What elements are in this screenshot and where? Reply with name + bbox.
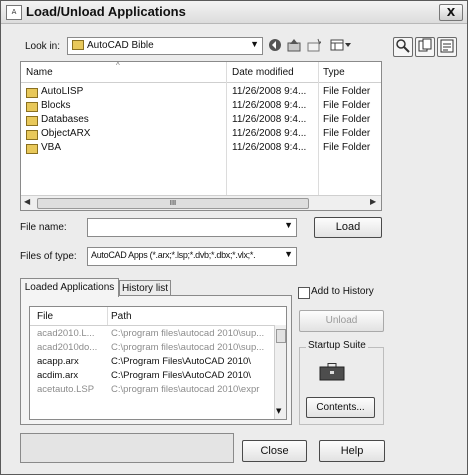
path-cell: C:\program files\autocad 2010\expr (111, 384, 260, 395)
title-bar: A Load/Unload Applications X (1, 1, 467, 24)
folder-icon (26, 130, 38, 140)
folder-icon (26, 116, 38, 126)
autocad-app-icon: A (6, 5, 22, 20)
type-cell: File Folder (323, 128, 371, 139)
window-title: Load/Unload Applications (26, 4, 186, 19)
table-row[interactable]: acapp.arx C:\Program Files\AutoCAD 2010\ (30, 356, 274, 370)
scroll-right-icon[interactable]: ▶ (370, 197, 376, 206)
chevron-down-icon[interactable]: ▼ (284, 220, 293, 230)
copy-icon[interactable] (415, 37, 435, 57)
column-type[interactable]: Type (323, 67, 345, 78)
path-cell: C:\Program Files\AutoCAD 2010\ (111, 356, 251, 367)
file-cell: acdim.arx (37, 370, 79, 381)
table-row[interactable]: acad2010.L... C:\program files\autocad 2… (30, 328, 274, 342)
help-button[interactable]: Help (319, 440, 385, 462)
loaded-list-header: File Path (30, 307, 286, 326)
add-to-history-checkbox[interactable] (298, 287, 310, 299)
chevron-down-icon: ▼ (250, 39, 259, 49)
close-button[interactable]: Close (242, 440, 307, 462)
tab-loaded-applications[interactable]: Loaded Applications (20, 278, 119, 297)
files-of-type-select[interactable]: AutoCAD Apps (*.arx;*.lsp;*.dvb;*.dbx;*.… (87, 247, 297, 266)
list-item[interactable]: Blocks 11/26/2008 9:4... File Folder (21, 100, 381, 114)
column-file[interactable]: File (37, 311, 53, 322)
folder-icon (72, 40, 84, 50)
type-cell: File Folder (323, 100, 371, 111)
load-button[interactable]: Load (314, 217, 382, 238)
files-of-type-label: Files of type: (20, 251, 77, 262)
chevron-down-icon: ▼ (282, 249, 293, 259)
type-cell: File Folder (323, 142, 371, 153)
scroll-thumb[interactable] (276, 329, 286, 343)
column-path[interactable]: Path (111, 311, 132, 322)
path-cell: C:\program files\autocad 2010\sup... (111, 328, 265, 339)
list-item[interactable]: AutoLISP 11/26/2008 9:4... File Folder (21, 86, 381, 100)
briefcase-icon (319, 363, 345, 381)
file-name-cell: AutoLISP (41, 86, 84, 97)
tab-history-list[interactable]: History list (119, 280, 171, 296)
contents-button[interactable]: Contents... (306, 397, 375, 418)
file-cell: acad2010do... (37, 342, 98, 353)
file-cell: acetauto.LSP (37, 384, 95, 395)
file-list[interactable]: Name ^ Date modified Type AutoLISP 11/26… (20, 61, 382, 211)
new-folder-icon[interactable] (306, 38, 323, 54)
path-cell: C:\program files\autocad 2010\sup... (111, 342, 265, 353)
look-in-value: AutoCAD Bible (87, 40, 154, 51)
up-folder-icon[interactable] (286, 38, 302, 54)
file-name-cell: ObjectARX (41, 128, 91, 139)
list-item[interactable]: VBA 11/26/2008 9:4... File Folder (21, 142, 381, 156)
sort-indicator-icon: ^ (116, 61, 120, 70)
file-name-input[interactable]: ▼ (87, 218, 297, 237)
list-item[interactable]: Databases 11/26/2008 9:4... File Folder (21, 114, 381, 128)
column-name[interactable]: Name (26, 67, 53, 78)
date-cell: 11/26/2008 9:4... (232, 128, 307, 139)
properties-icon[interactable] (437, 37, 457, 57)
file-cell: acad2010.L... (37, 328, 95, 339)
scroll-thumb[interactable]: III (37, 198, 309, 209)
table-row[interactable]: acad2010do... C:\program files\autocad 2… (30, 342, 274, 356)
find-icon[interactable] (393, 37, 413, 57)
table-row[interactable]: acetauto.LSP C:\program files\autocad 20… (30, 384, 274, 398)
back-icon[interactable] (267, 38, 283, 54)
unload-button[interactable]: Unload (299, 310, 384, 332)
folder-icon (26, 88, 38, 98)
table-row[interactable]: acdim.arx C:\Program Files\AutoCAD 2010\ (30, 370, 274, 384)
look-in-label: Look in: (25, 41, 61, 52)
date-cell: 11/26/2008 9:4... (232, 100, 307, 111)
list-item[interactable]: ObjectARX 11/26/2008 9:4... File Folder (21, 128, 381, 142)
folder-icon (26, 102, 38, 112)
file-name-cell: Blocks (41, 100, 71, 111)
column-divider (107, 307, 108, 325)
loaded-applications-list[interactable]: File Path acad2010.L... C:\program files… (29, 306, 287, 420)
file-name-cell: Databases (41, 114, 89, 125)
type-cell: File Folder (323, 86, 371, 97)
scroll-down-icon[interactable]: ▼ (276, 407, 281, 415)
scroll-left-icon[interactable]: ◀ (24, 197, 30, 206)
files-of-type-value: AutoCAD Apps (*.arx;*.lsp;*.dvb;*.dbx;*.… (91, 250, 256, 260)
folder-icon (26, 144, 38, 154)
date-cell: 11/26/2008 9:4... (232, 86, 307, 97)
status-bar (20, 433, 234, 463)
startup-suite-label: Startup Suite (306, 340, 368, 351)
column-date-modified[interactable]: Date modified (232, 67, 294, 78)
loaded-applications-panel: File Path acad2010.L... C:\program files… (20, 295, 292, 425)
add-to-history-label: Add to History (311, 286, 374, 297)
file-list-header: Name ^ Date modified Type (21, 62, 381, 83)
horizontal-scrollbar[interactable]: ◀ III ▶ (21, 195, 381, 210)
date-cell: 11/26/2008 9:4... (232, 142, 307, 153)
file-cell: acapp.arx (37, 356, 79, 367)
file-name-cell: VBA (41, 142, 62, 153)
file-name-label: File name: (20, 222, 67, 233)
type-cell: File Folder (323, 114, 371, 125)
load-unload-dialog: A Load/Unload Applications X Look in: Au… (0, 0, 468, 475)
date-cell: 11/26/2008 9:4... (232, 114, 307, 125)
vertical-scrollbar[interactable]: ▼ (274, 325, 286, 419)
close-window-button[interactable]: X (439, 4, 463, 21)
look-in-combo[interactable]: AutoCAD Bible ▼ (67, 37, 263, 55)
path-cell: C:\Program Files\AutoCAD 2010\ (111, 370, 251, 381)
views-icon[interactable] (329, 38, 353, 54)
